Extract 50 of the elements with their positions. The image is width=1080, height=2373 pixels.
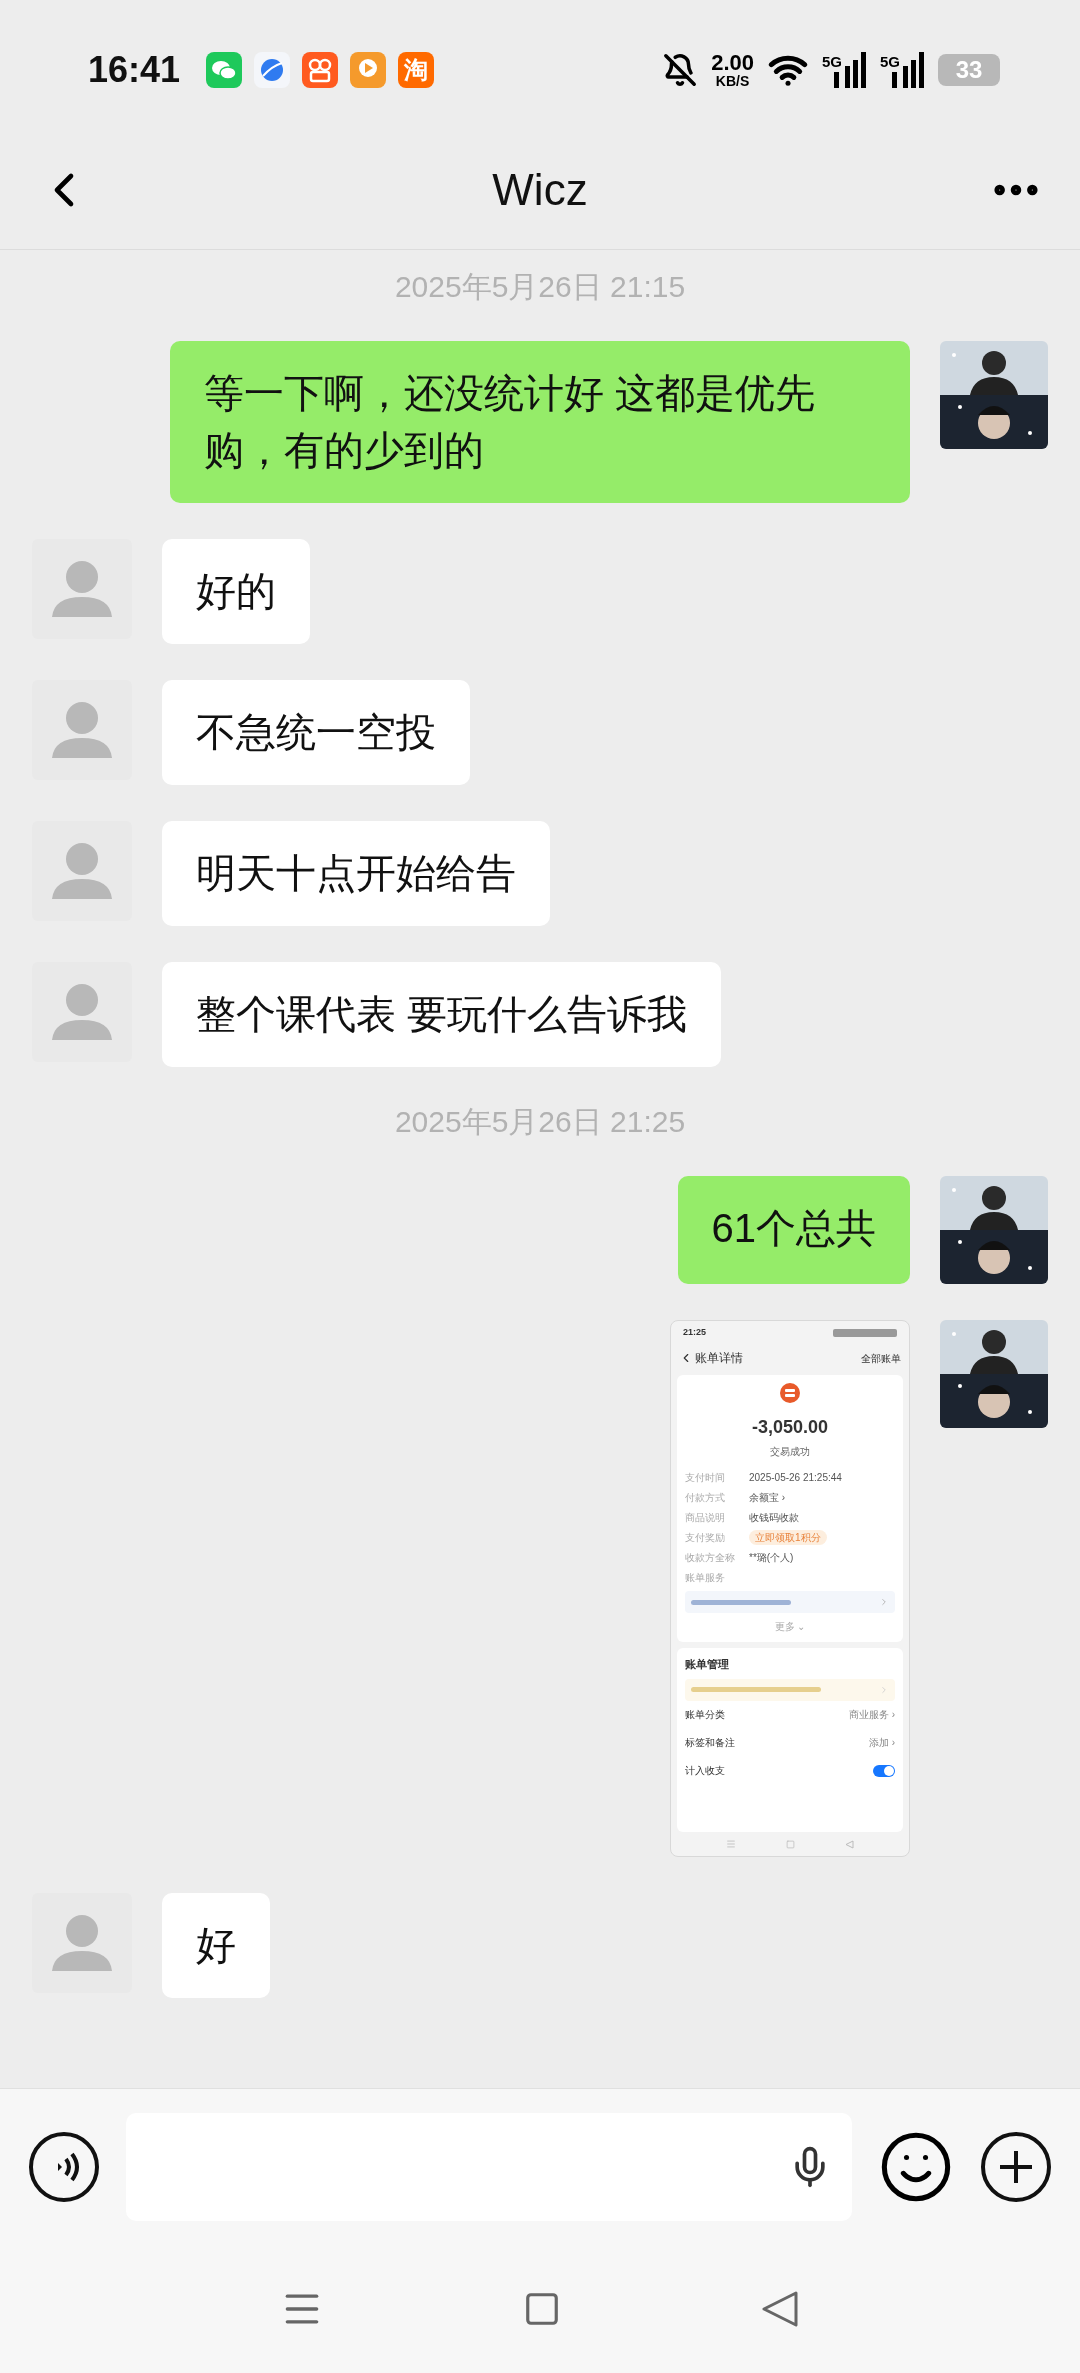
detail-value: 收钱码收款 [749,1510,799,1525]
network-speed: 2.00 KB/S [711,52,754,88]
detail-value: 2025-05-26 21:25:44 [749,1470,842,1485]
chat-app-icon [206,52,243,88]
toggle-switch[interactable] [873,1764,895,1777]
merchant-icon [780,1383,800,1403]
play-app-icon [350,52,387,88]
detail-label: 账单服务 [685,1570,726,1585]
timestamp: 2025年5月26日 21:25 [394,1104,686,1140]
message-bubble[interactable]: 等一下啊，还没统计好 这都是优先购，有的少到的 [170,341,910,503]
detail-value: **璐(个人) [749,1550,794,1565]
mute-icon [663,53,698,87]
message-input[interactable] [126,2113,852,2221]
voice-icon[interactable] [28,2131,100,2203]
status-time: 16:41 [88,48,181,92]
chat-title: Wicz [492,163,588,216]
detail-value: 余额宝 › [749,1490,786,1505]
setting-label: 账单分类 [685,1708,725,1722]
home-icon [786,1839,795,1849]
plus-icon[interactable] [980,2131,1052,2203]
amount: -3,050.00 [751,1416,829,1439]
detail-label: 支付奖励 [685,1530,726,1545]
message-bubble[interactable]: 61个总共 [677,1176,910,1284]
message-bubble[interactable]: 好的 [162,539,310,644]
result-text: 交易成功 [770,1445,810,1459]
screenshot-title: 账单详情 [695,1350,743,1367]
timestamp: 2025年5月26日 21:15 [394,269,686,305]
shopping-app-icon: 淘 [398,52,435,88]
setting-value[interactable]: 添加 › [868,1735,895,1750]
section-title: 账单管理 [685,1657,730,1672]
battery-icon: 33 [938,54,1000,86]
message-bubble[interactable]: 明天十点开始给告 [162,821,550,926]
back-icon [845,1839,854,1849]
screenshot-link: 全部账单 [861,1351,901,1366]
setting-label: 计入收支 [685,1764,725,1778]
payment-screenshot[interactable]: 21:25 账单详情 全部账单 -3,050.00 交易成功 支付时间 2025-05-26 21:25:44 付款方式 余额宝 › 商品说明 收钱码收款 支付奖励 立即领取1积分 收款方全称 **璐(个人) 账单服务 更多 ⌄ 账单管理 账单分类 商业服务 › 标签和备注 添加 › 计入收支 [670,1320,910,1857]
detail-label: 收款方全称 [685,1550,736,1565]
screenshot-time: 21:25 [683,1326,707,1340]
message-bubble[interactable]: 不急统一空投 [162,680,470,785]
home-icon[interactable] [523,2290,561,2328]
detail-label: 支付时间 [685,1470,726,1485]
message-bubble[interactable]: 好 [162,1893,270,1998]
detail-label: 商品说明 [685,1510,726,1525]
setting-value[interactable]: 商业服务 › [848,1707,895,1722]
message-bubble[interactable]: 整个课代表 要玩什么告诉我 [162,962,722,1067]
detail-label: 付款方式 [685,1490,726,1505]
setting-label: 标签和备注 [685,1736,735,1750]
video-app-icon [302,52,339,88]
menu-icon [726,1839,736,1849]
browser-app-icon [254,52,291,88]
